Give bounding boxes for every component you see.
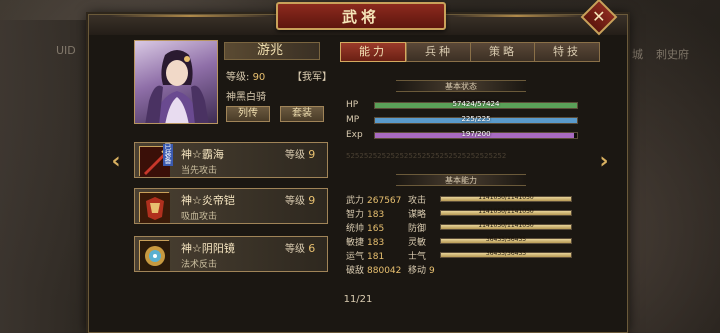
- equipment-slot-accessory[interactable]: 神☆阴阳镜 等级 6 法术反击: [134, 236, 328, 272]
- equipment-level-label: 等级: [285, 244, 305, 255]
- bio-button[interactable]: 列传: [226, 106, 270, 122]
- equipment-level-value: 9: [308, 148, 316, 161]
- general-portrait: [134, 40, 218, 124]
- ability-stat-label: 智力: [346, 210, 365, 220]
- ability-stat-label: 武力: [346, 196, 365, 206]
- mp-label: MP: [346, 115, 360, 125]
- combat-stat-label: 攻击: [408, 196, 427, 206]
- next-general-button[interactable]: ›: [596, 148, 612, 176]
- equipment-name: 神☆阴阳镜: [181, 242, 235, 255]
- close-icon: ✕: [592, 7, 606, 26]
- mp-bar: 225/225: [374, 115, 578, 124]
- combat-stat-label: 防御: [408, 224, 427, 234]
- ability-stat: 统帅 165: [346, 221, 384, 234]
- hp-value: 57424/57424: [452, 100, 500, 108]
- basic-ability-heading: 基本能力: [396, 174, 526, 186]
- tab-strategy[interactable]: 策略: [470, 42, 536, 62]
- ability-stat-label: 敏捷: [346, 238, 365, 248]
- ability-stat-value: 880042: [367, 266, 402, 276]
- chevron-left-icon: ‹: [111, 149, 121, 174]
- ability-stat-value: 183: [367, 210, 385, 220]
- equipment-level-value: 9: [308, 194, 316, 207]
- combat-stat-bar: 1141050/1141050: [440, 222, 572, 230]
- ability-stat-label: 运气: [346, 252, 365, 262]
- exp-value: 197/200: [461, 130, 491, 138]
- equipment-level-label: 等级: [285, 196, 305, 207]
- move-stat: 移动 9: [408, 263, 435, 276]
- prev-general-button[interactable]: ‹: [108, 148, 124, 176]
- armor-icon: [139, 192, 170, 223]
- background-uid-label: UID: [56, 44, 76, 57]
- general-level-label: 等级:: [226, 72, 250, 83]
- equipment-level-value: 6: [308, 242, 316, 255]
- general-name: 游兆: [224, 42, 320, 60]
- equipped-badge: 已装备: [163, 143, 173, 166]
- combat-stat-bar: 36433/36433: [440, 250, 572, 258]
- tab-troop-type[interactable]: 兵种: [406, 42, 472, 62]
- basic-status-heading: 基本状态: [396, 80, 526, 92]
- equipment-effect: 吸血攻击: [181, 212, 218, 222]
- tab-special-skill[interactable]: 特技: [534, 42, 600, 62]
- equipment-name: 神☆霸海: [181, 148, 224, 161]
- equipment-level: 等级 9: [285, 192, 315, 207]
- ability-stat: 智力 183: [346, 207, 384, 220]
- equipment-effect: 法术反击: [181, 260, 218, 270]
- hp-label: HP: [346, 100, 359, 110]
- mirror-icon: [139, 240, 170, 271]
- equipment-level: 等级 9: [285, 146, 315, 161]
- background-left-panel: [0, 20, 100, 333]
- combat-stat-value: 1141050/1141050: [478, 194, 534, 201]
- combat-stat-label: 士气: [408, 252, 427, 262]
- decorative-pattern: 525252525252525252525252525252525252: [346, 152, 507, 160]
- portrait-art: [145, 50, 209, 123]
- ability-stat-label: 破敌: [346, 266, 365, 276]
- title-ornament-right: [452, 15, 582, 17]
- general-level: 等级: 90: [226, 68, 265, 83]
- equipment-name: 神☆炎帝铠: [181, 194, 235, 207]
- equipment-slot-armor[interactable]: 神☆炎帝铠 等级 9 吸血攻击: [134, 188, 328, 224]
- combat-stat-value: 36435/36435: [485, 236, 527, 243]
- hp-bar: 57424/57424: [374, 100, 578, 109]
- tab-ability[interactable]: 能力: [340, 42, 406, 62]
- set-equip-button[interactable]: 套装: [280, 106, 324, 122]
- general-faction: 【我军】: [292, 72, 332, 83]
- ability-stat: 武力 267567: [346, 193, 401, 206]
- equipment-level-label: 等级: [285, 150, 305, 161]
- exp-bar: 197/200: [374, 130, 578, 139]
- combat-stat-bar: 36435/36435: [440, 236, 572, 244]
- move-value: 9: [429, 266, 435, 276]
- combat-stat-bar: 1141050/1141050: [440, 208, 572, 216]
- ability-stat-value: 267567: [367, 196, 402, 206]
- equipment-slot-weapon[interactable]: 已装备 神☆霸海 等级 9 当先攻击: [134, 142, 328, 178]
- page-indicator: 11/21: [343, 294, 373, 305]
- exp-label: Exp: [346, 130, 363, 140]
- ability-stat-value: 181: [367, 252, 385, 262]
- move-label: 移动: [408, 266, 427, 276]
- ability-stat-value: 183: [367, 238, 385, 248]
- ability-stat: 破敌 880042: [346, 263, 401, 276]
- combat-stat-value: 1141050/1141050: [478, 208, 534, 215]
- mp-value: 225/225: [461, 115, 491, 123]
- background-office-label: 刺史府: [656, 48, 689, 61]
- combat-stat-value: 1141050/1141050: [478, 222, 534, 229]
- ability-stat: 运气 181: [346, 249, 384, 262]
- ability-stat: 敏捷 183: [346, 235, 384, 248]
- combat-stat-label: 灵敏: [408, 238, 427, 248]
- equipment-effect: 当先攻击: [181, 166, 218, 176]
- ability-stat-value: 165: [367, 224, 385, 234]
- equipment-level: 等级 6: [285, 240, 315, 255]
- general-unit-type: 神黑白骑: [226, 92, 266, 103]
- combat-stat-bar: 1141050/1141050: [440, 194, 572, 202]
- window-title: 武将: [276, 2, 446, 30]
- chevron-right-icon: ›: [599, 149, 609, 174]
- combat-stat-value: 36433/36433: [485, 250, 527, 257]
- background-city-label: 城: [632, 48, 643, 61]
- ability-stat-label: 统帅: [346, 224, 365, 234]
- title-ornament-left: [110, 15, 270, 17]
- combat-stat-label: 谋略: [408, 210, 427, 220]
- general-level-value: 90: [252, 72, 266, 83]
